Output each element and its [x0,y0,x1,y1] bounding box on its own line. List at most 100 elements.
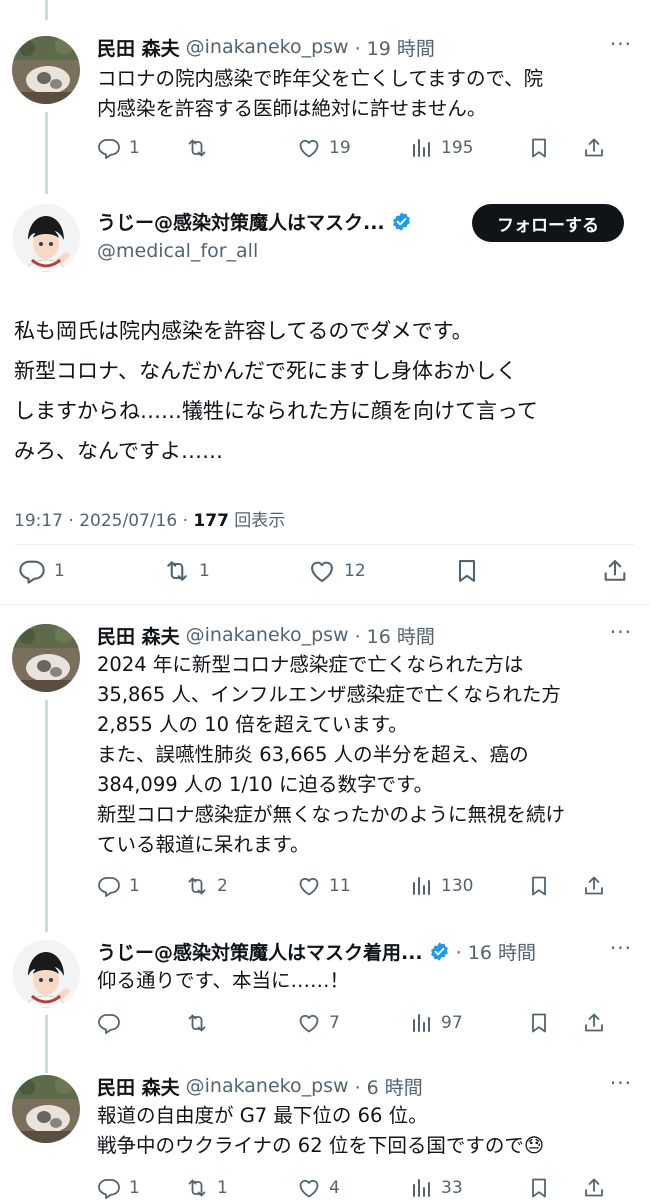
post-time[interactable]: · 16 時間 [355,622,435,649]
thread-line-top [45,0,48,20]
reply-icon [97,136,121,160]
bookmark-button[interactable] [527,1176,582,1200]
like-count: 4 [329,1178,340,1198]
views-button[interactable]: 97 [409,1011,527,1035]
like-count: 19 [329,138,351,158]
avatar[interactable] [12,36,80,104]
share-icon [582,1011,606,1035]
bookmark-icon [453,557,481,585]
analytics-icon [409,874,433,898]
share-button[interactable] [582,874,606,898]
author-handle[interactable]: @inakaneko_psw [186,36,349,58]
author-name[interactable]: 民田 森夫 [97,622,180,649]
heart-icon [297,874,321,898]
tweet-meta: 19:17 · 2025/07/16 · 177 回表示 [14,506,285,531]
post-time[interactable]: · 16 時間 [456,938,536,965]
analytics-icon [409,1176,433,1200]
bookmark-button[interactable] [527,136,582,160]
like-button[interactable]: 4 [297,1176,409,1200]
author-name[interactable]: うじー@感染対策魔人はマスク着用... [97,938,423,965]
tweet-text: 2024 年に新型コロナ感染症で亡くなられた方は 35,865 人、インフルエン… [97,653,566,856]
post-time[interactable]: · 6 時間 [355,1073,423,1100]
share-icon [582,1176,606,1200]
bookmark-icon [527,874,551,898]
like-button[interactable]: 11 [297,874,409,898]
heart-icon [297,136,321,160]
retweet-button[interactable]: 1 [163,557,308,585]
tweet-5[interactable]: 民田 森夫 @inakaneko_psw · 6 時間 ··· 報道の自由度が … [0,1071,650,1200]
bookmark-button[interactable] [527,1011,582,1035]
like-button[interactable]: 7 [297,1011,409,1035]
like-button[interactable]: 12 [308,557,453,585]
reply-count: 1 [54,561,65,581]
reply-button[interactable]: 1 [97,1176,185,1200]
retweet-count: 2 [217,876,228,896]
avatar[interactable] [12,624,80,692]
heart-icon [308,557,336,585]
author-name[interactable]: 民田 森夫 [97,34,180,61]
bookmark-icon [527,1176,551,1200]
share-button[interactable] [601,557,629,585]
reply-button[interactable]: 1 [97,136,185,160]
like-count: 7 [329,1013,340,1033]
retweet-icon [185,874,209,898]
retweet-button[interactable]: 1 [185,1176,297,1200]
author-name[interactable]: うじー@感染対策魔人はマスク... [97,208,385,235]
more-options-icon[interactable]: ··· [610,32,632,56]
bookmark-button[interactable] [527,874,582,898]
retweet-icon [185,136,209,160]
more-options-icon[interactable]: ··· [610,620,632,644]
reply-icon [97,874,121,898]
share-button[interactable] [582,1011,606,1035]
main-tweet-text: 私も岡氏は院内感染を許容してるのでダメです。 新型コロナ、なんだかんだで死にます… [14,319,538,463]
reply-button[interactable]: 1 [18,557,163,585]
divider [14,544,636,545]
view-count: 33 [441,1178,463,1198]
like-count: 11 [329,876,351,896]
share-button[interactable] [582,1176,606,1200]
retweet-button[interactable] [185,136,297,160]
follow-button[interactable]: フォローする [472,204,624,242]
share-icon [601,557,629,585]
avatar[interactable] [12,1075,80,1143]
tweet-text: 仰る通りです、本当に……！ [97,969,349,992]
bookmark-button[interactable] [453,557,601,585]
more-options-icon[interactable]: ··· [610,936,632,960]
retweet-button[interactable]: 2 [185,874,297,898]
author-handle[interactable]: @inakaneko_psw [186,624,349,646]
more-options-icon[interactable]: ··· [610,1071,632,1095]
avatar[interactable] [12,204,80,272]
author-handle[interactable]: @medical_for_all [97,240,258,262]
reply-button[interactable] [97,1011,185,1035]
heart-icon [297,1011,321,1035]
retweet-count: 1 [217,1178,228,1198]
avatar[interactable] [12,940,80,1008]
heart-icon [297,1176,321,1200]
reply-icon [18,557,46,585]
share-button[interactable] [582,136,606,160]
tweet-text: コロナの院内感染で昨年父を亡くしてますので、院 内感染を許容する医師は絶対に許せ… [97,67,544,120]
tweet-4[interactable]: うじー@感染対策魔人はマスク着用... · 16 時間 ··· 仰る通りです、本… [0,936,650,1048]
share-icon [582,136,606,160]
post-time[interactable]: · 19 時間 [355,34,435,61]
views-button[interactable]: 33 [409,1176,527,1200]
author-name[interactable]: 民田 森夫 [97,1073,180,1100]
retweet-icon [185,1011,209,1035]
like-button[interactable]: 19 [297,136,409,160]
tweet-3[interactable]: 民田 森夫 @inakaneko_psw · 16 時間 ··· 2024 年に… [0,620,650,912]
bookmark-icon [527,136,551,160]
timestamp[interactable]: 19:17 · 2025/07/16 · [14,511,193,531]
verified-badge-icon [391,211,412,232]
retweet-icon [163,557,191,585]
reply-button[interactable]: 1 [97,874,185,898]
sweat-emoji-icon: 😓 [523,1134,545,1157]
tweet-1[interactable]: 民田 森夫 @inakaneko_psw · 19 時間 ··· コロナの院内感… [0,32,650,174]
views-button[interactable]: 130 [409,874,527,898]
verified-badge-icon [429,941,450,962]
retweet-button[interactable] [185,1011,297,1035]
analytics-icon [409,1011,433,1035]
view-count: 97 [441,1013,463,1033]
author-handle[interactable]: @inakaneko_psw [186,1075,349,1097]
share-icon [582,874,606,898]
views-button[interactable]: 195 [409,136,527,160]
